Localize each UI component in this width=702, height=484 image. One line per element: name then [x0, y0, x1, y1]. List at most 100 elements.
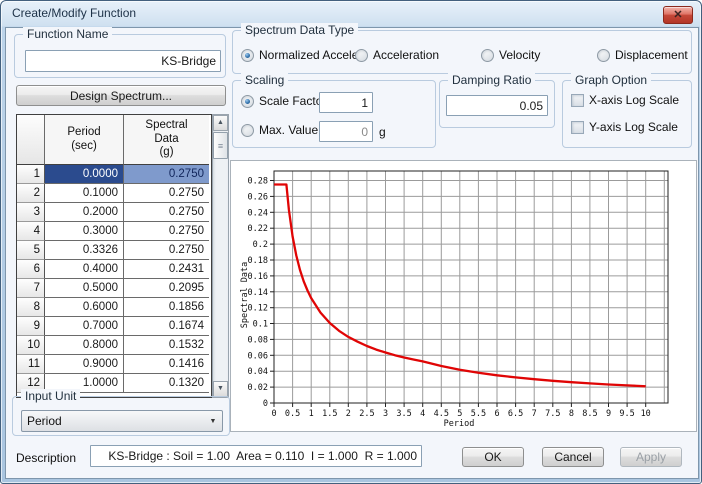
scale-factor-label: Scale Factor	[259, 94, 327, 108]
period-cell[interactable]: 0.5000	[45, 279, 124, 298]
row-header-cell[interactable]: 1	[17, 165, 45, 184]
svg-text:0.26: 0.26	[248, 192, 268, 202]
row-header-cell[interactable]: 2	[17, 184, 45, 203]
svg-text:0.28: 0.28	[248, 177, 268, 187]
table-row: 2 0.1000 0.2750	[17, 184, 211, 203]
scroll-up-button[interactable]: ▲	[213, 115, 228, 131]
row-header-cell[interactable]: 3	[17, 203, 45, 222]
row-header-cell[interactable]: 4	[17, 222, 45, 241]
table-corner-cell	[17, 115, 45, 165]
radio-acceleration[interactable]: Acceleration	[355, 48, 439, 62]
spectral-data-cell[interactable]: 0.1416	[124, 355, 209, 374]
row-header-cell[interactable]: 6	[17, 260, 45, 279]
radio-icon	[355, 48, 368, 62]
table-row: 8 0.6000 0.1856	[17, 298, 211, 317]
svg-text:5: 5	[457, 409, 462, 419]
checkbox-icon	[571, 93, 584, 107]
max-value-input[interactable]	[319, 121, 373, 142]
spectrum-table: Period (sec) Spectral Data (g) 1 0.0000 0.…	[16, 114, 212, 398]
scale-factor-input[interactable]	[319, 92, 373, 113]
table-scrollbar[interactable]: ▲ ≡ ▼	[212, 114, 229, 398]
damping-ratio-input[interactable]	[446, 95, 548, 116]
period-cell[interactable]: 0.4000	[45, 260, 124, 279]
period-cell[interactable]: 0.9000	[45, 355, 124, 374]
close-button[interactable]: ✕	[663, 6, 693, 24]
max-value-unit: g	[379, 125, 386, 139]
spectral-data-cell[interactable]: 0.2750	[124, 241, 209, 260]
apply-button[interactable]: Apply	[620, 447, 682, 467]
checkbox-y-axis-log-scale[interactable]: Y-axis Log Scale	[571, 120, 678, 134]
damping-ratio-group: Damping Ratio	[439, 73, 555, 128]
spectral-data-column-header: Spectral Data (g)	[124, 115, 209, 165]
svg-text:0.1: 0.1	[253, 320, 268, 330]
input-unit-label: Input Unit	[21, 389, 81, 404]
period-cell[interactable]: 0.6000	[45, 298, 124, 317]
table-row: 9 0.7000 0.1674	[17, 317, 211, 336]
table-row: 4 0.3000 0.2750	[17, 222, 211, 241]
period-cell[interactable]: 0.3000	[45, 222, 124, 241]
table-row: 11 0.9000 0.1416	[17, 355, 211, 374]
svg-text:3.5: 3.5	[396, 409, 411, 419]
function-name-input[interactable]	[25, 50, 221, 72]
table-row: 10 0.8000 0.1532	[17, 336, 211, 355]
radio-displacement[interactable]: Displacement	[597, 48, 688, 62]
radio-normalized-accele[interactable]: Normalized Accele	[241, 48, 358, 62]
svg-text:0: 0	[263, 399, 268, 409]
radio-icon	[481, 48, 494, 62]
ok-button[interactable]: OK	[462, 447, 524, 467]
scrollbar-thumb[interactable]: ≡	[213, 132, 228, 159]
scaling-group: Scaling Scale Factor Max. Value g	[232, 73, 436, 148]
period-cell[interactable]: 0.3326	[45, 241, 124, 260]
svg-text:0.18: 0.18	[248, 256, 268, 266]
spectral-data-cell[interactable]: 0.2750	[124, 184, 209, 203]
period-cell[interactable]: 0.0000	[45, 165, 124, 184]
row-header-cell[interactable]: 11	[17, 355, 45, 374]
chart-panel: 0 0.5 1 1.5 2 2.5 3 3.5 4 4.5 5 5.5 6 6.5 7 7.5 8 8.5 9 9.5…	[230, 160, 697, 432]
radio-velocity[interactable]: Velocity	[481, 48, 540, 62]
graph-option-group: Graph Option X-axis Log Scale Y-axis Log …	[562, 73, 692, 148]
svg-text:2: 2	[346, 409, 351, 419]
description-input[interactable]	[90, 445, 422, 467]
radio-label: Displacement	[615, 48, 688, 62]
radio-icon	[241, 94, 254, 108]
row-header-cell[interactable]: 9	[17, 317, 45, 336]
cancel-button[interactable]: Cancel	[542, 447, 604, 467]
radio-scale-factor[interactable]: Scale Factor	[241, 94, 326, 108]
row-header-cell[interactable]: 7	[17, 279, 45, 298]
svg-text:9: 9	[606, 409, 611, 419]
spectral-data-cell[interactable]: 0.2431	[124, 260, 209, 279]
row-header-cell[interactable]: 5	[17, 241, 45, 260]
design-spectrum-button[interactable]: Design Spectrum...	[16, 85, 226, 106]
spectral-data-cell[interactable]: 0.1320	[124, 374, 209, 393]
max-value-label: Max. Value	[259, 123, 319, 137]
svg-text:7.5: 7.5	[545, 409, 560, 419]
row-header-cell[interactable]: 8	[17, 298, 45, 317]
spectral-data-cell[interactable]: 0.1856	[124, 298, 209, 317]
svg-text:8.5: 8.5	[582, 409, 597, 419]
svg-text:0.2: 0.2	[253, 240, 268, 250]
radio-label: Velocity	[499, 48, 541, 62]
period-cell[interactable]: 0.1000	[45, 184, 124, 203]
radio-max-value[interactable]: Max. Value	[241, 123, 318, 137]
spectral-data-cell[interactable]: 0.2750	[124, 165, 209, 184]
scroll-down-button[interactable]: ▼	[213, 381, 228, 397]
svg-text:1: 1	[309, 409, 314, 419]
input-unit-dropdown[interactable]: Period ▼	[21, 410, 223, 432]
spectrum-data-type-group: Spectrum Data Type Normalized Accele Acce…	[232, 23, 692, 74]
graph-option-label: Graph Option	[571, 73, 652, 88]
period-cell[interactable]: 0.2000	[45, 203, 124, 222]
period-cell[interactable]: 0.7000	[45, 317, 124, 336]
spectral-data-cell[interactable]: 0.2750	[124, 222, 209, 241]
checkbox-x-axis-log-scale[interactable]: X-axis Log Scale	[571, 93, 679, 107]
spectral-data-cell[interactable]: 0.1532	[124, 336, 209, 355]
spectral-data-cell[interactable]: 0.2095	[124, 279, 209, 298]
svg-text:0: 0	[271, 409, 276, 419]
spectral-data-cell[interactable]: 0.2750	[124, 203, 209, 222]
scroll-down-icon: ▼	[217, 385, 224, 392]
svg-text:10: 10	[641, 409, 651, 419]
spectral-data-cell[interactable]: 0.1674	[124, 317, 209, 336]
period-cell[interactable]: 0.8000	[45, 336, 124, 355]
row-header-cell[interactable]: 10	[17, 336, 45, 355]
spectrum-table-rows: 1 0.0000 0.2750 2 0.1000 0.2750 3 0.2000 0.2750 4…	[17, 165, 211, 393]
window-title: Create/Modify Function	[12, 6, 137, 20]
